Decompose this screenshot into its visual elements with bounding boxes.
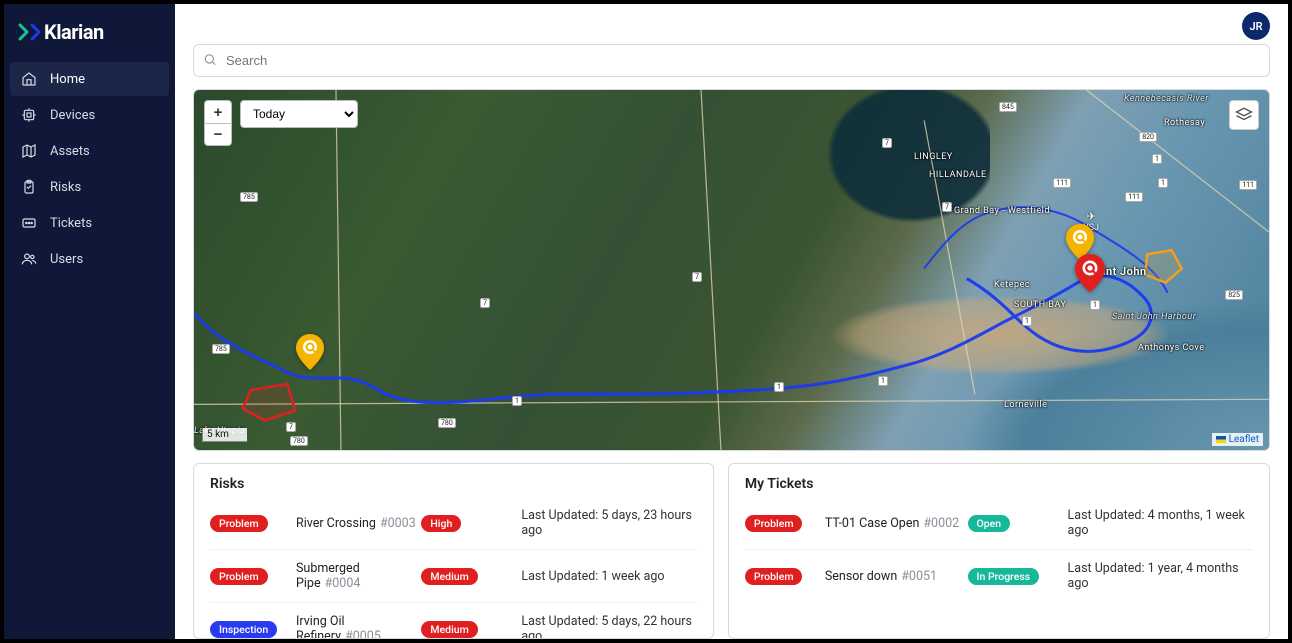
- brand-mark: [18, 23, 42, 41]
- risk-tag: Inspection: [210, 621, 277, 638]
- users-icon: [20, 250, 38, 268]
- brand-logo[interactable]: Klarian: [4, 12, 175, 58]
- map[interactable]: LINGLEY HILLANDALE Grand Bay - Westfield…: [193, 89, 1270, 451]
- risk-code: #0004: [325, 576, 361, 591]
- sidebar-item-label: Tickets: [50, 216, 92, 231]
- nav-list: Home Devices Assets Risks Tickets Users: [4, 58, 175, 282]
- ticket-icon: [20, 214, 38, 232]
- avatar[interactable]: JR: [1242, 12, 1270, 40]
- sidebar: Klarian Home Devices Assets Risks Tickets Use…: [4, 4, 175, 639]
- ticket-code: #0002: [923, 516, 959, 531]
- ticket-row[interactable]: Problem TT-01 Case Open#0002Open Last Upda…: [745, 504, 1253, 549]
- zoom-control: + −: [204, 100, 232, 146]
- risk-row[interactable]: Problem Submerged Pipe#0004Medium Last Upd…: [210, 549, 697, 602]
- risk-level: Medium: [421, 621, 477, 638]
- home-icon: [20, 70, 38, 88]
- cpu-icon: [20, 106, 38, 124]
- main: JR: [175, 4, 1288, 639]
- search-wrap: [193, 44, 1270, 77]
- panels-row: Risks Problem River Crossing#0003High Last…: [193, 463, 1270, 639]
- risk-updated: Last Updated: 5 days, 22 hours ago: [521, 614, 697, 639]
- risks-list: Problem River Crossing#0003High Last Updat…: [210, 504, 697, 639]
- ticket-tag: Problem: [745, 515, 803, 532]
- sidebar-item-risks[interactable]: Risks: [10, 170, 169, 204]
- zoom-out-button[interactable]: −: [205, 123, 231, 145]
- risk-updated: Last Updated: 5 days, 23 hours ago: [521, 508, 697, 538]
- sidebar-item-label: Home: [50, 72, 85, 87]
- tickets-title: My Tickets: [745, 476, 1253, 492]
- ticket-code: #0051: [901, 569, 937, 584]
- risk-tag: Problem: [210, 568, 268, 585]
- ticket-tag: Problem: [745, 568, 803, 585]
- risk-title: Irving Oil Refinery#0005: [296, 614, 421, 639]
- sidebar-item-users[interactable]: Users: [10, 242, 169, 276]
- ticket-updated: Last Updated: 4 months, 1 week ago: [1068, 508, 1253, 538]
- ticket-row[interactable]: Problem Sensor down#0051In Progress Last U…: [745, 549, 1253, 602]
- ticket-title: TT-01 Case Open#0002: [825, 516, 968, 531]
- topbar: JR: [175, 4, 1288, 44]
- sidebar-item-tickets[interactable]: Tickets: [10, 206, 169, 240]
- map-pin-red[interactable]: [1075, 254, 1105, 296]
- clipboard-icon: [20, 178, 38, 196]
- attribution-label: Leaflet: [1229, 434, 1259, 445]
- risk-level: High: [421, 515, 461, 532]
- risk-row[interactable]: Inspection Irving Oil Refinery#0005Medium…: [210, 602, 697, 639]
- risk-level: Medium: [421, 568, 477, 585]
- risk-title: River Crossing#0003: [296, 516, 421, 531]
- sidebar-item-assets[interactable]: Assets: [10, 134, 169, 168]
- tickets-list: Problem TT-01 Case Open#0002Open Last Upda…: [745, 504, 1253, 602]
- search-input[interactable]: [193, 44, 1270, 77]
- sidebar-item-label: Risks: [50, 180, 81, 195]
- map-scale: 5 km: [202, 428, 247, 442]
- map-icon: [20, 142, 38, 160]
- map-pin-yellow[interactable]: [296, 334, 324, 374]
- zoom-in-button[interactable]: +: [205, 101, 231, 123]
- content: LINGLEY HILLANDALE Grand Bay - Westfield…: [175, 44, 1288, 639]
- search-icon: [203, 51, 217, 70]
- sidebar-item-label: Assets: [50, 144, 90, 159]
- risk-code: #0003: [380, 516, 416, 531]
- map-controls: + − Today: [204, 100, 358, 146]
- layers-button[interactable]: [1229, 100, 1259, 130]
- sidebar-item-label: Users: [50, 252, 83, 267]
- ticket-status: Open: [968, 515, 1011, 532]
- ticket-status: In Progress: [968, 568, 1040, 585]
- risk-row[interactable]: Problem River Crossing#0003High Last Updat…: [210, 504, 697, 549]
- app-shell: Klarian Home Devices Assets Risks Tickets Use…: [4, 4, 1288, 639]
- sidebar-item-devices[interactable]: Devices: [10, 98, 169, 132]
- risk-tag: Problem: [210, 515, 268, 532]
- sidebar-item-label: Devices: [50, 108, 95, 123]
- ticket-updated: Last Updated: 1 year, 4 months ago: [1068, 561, 1253, 591]
- risks-panel: Risks Problem River Crossing#0003High Last…: [193, 463, 714, 639]
- map-attribution[interactable]: Leaflet: [1212, 433, 1263, 446]
- risk-updated: Last Updated: 1 week ago: [521, 569, 697, 584]
- tickets-panel: My Tickets Problem TT-01 Case Open#0002Op…: [728, 463, 1270, 639]
- risk-code: #0005: [345, 629, 381, 639]
- risk-title: Submerged Pipe#0004: [296, 561, 421, 591]
- risks-title: Risks: [210, 476, 697, 492]
- flag-icon: [1216, 436, 1226, 443]
- sidebar-item-home[interactable]: Home: [10, 62, 169, 96]
- ticket-title: Sensor down#0051: [825, 569, 968, 584]
- date-filter-select[interactable]: Today: [240, 100, 358, 128]
- brand-name: Klarian: [44, 20, 104, 44]
